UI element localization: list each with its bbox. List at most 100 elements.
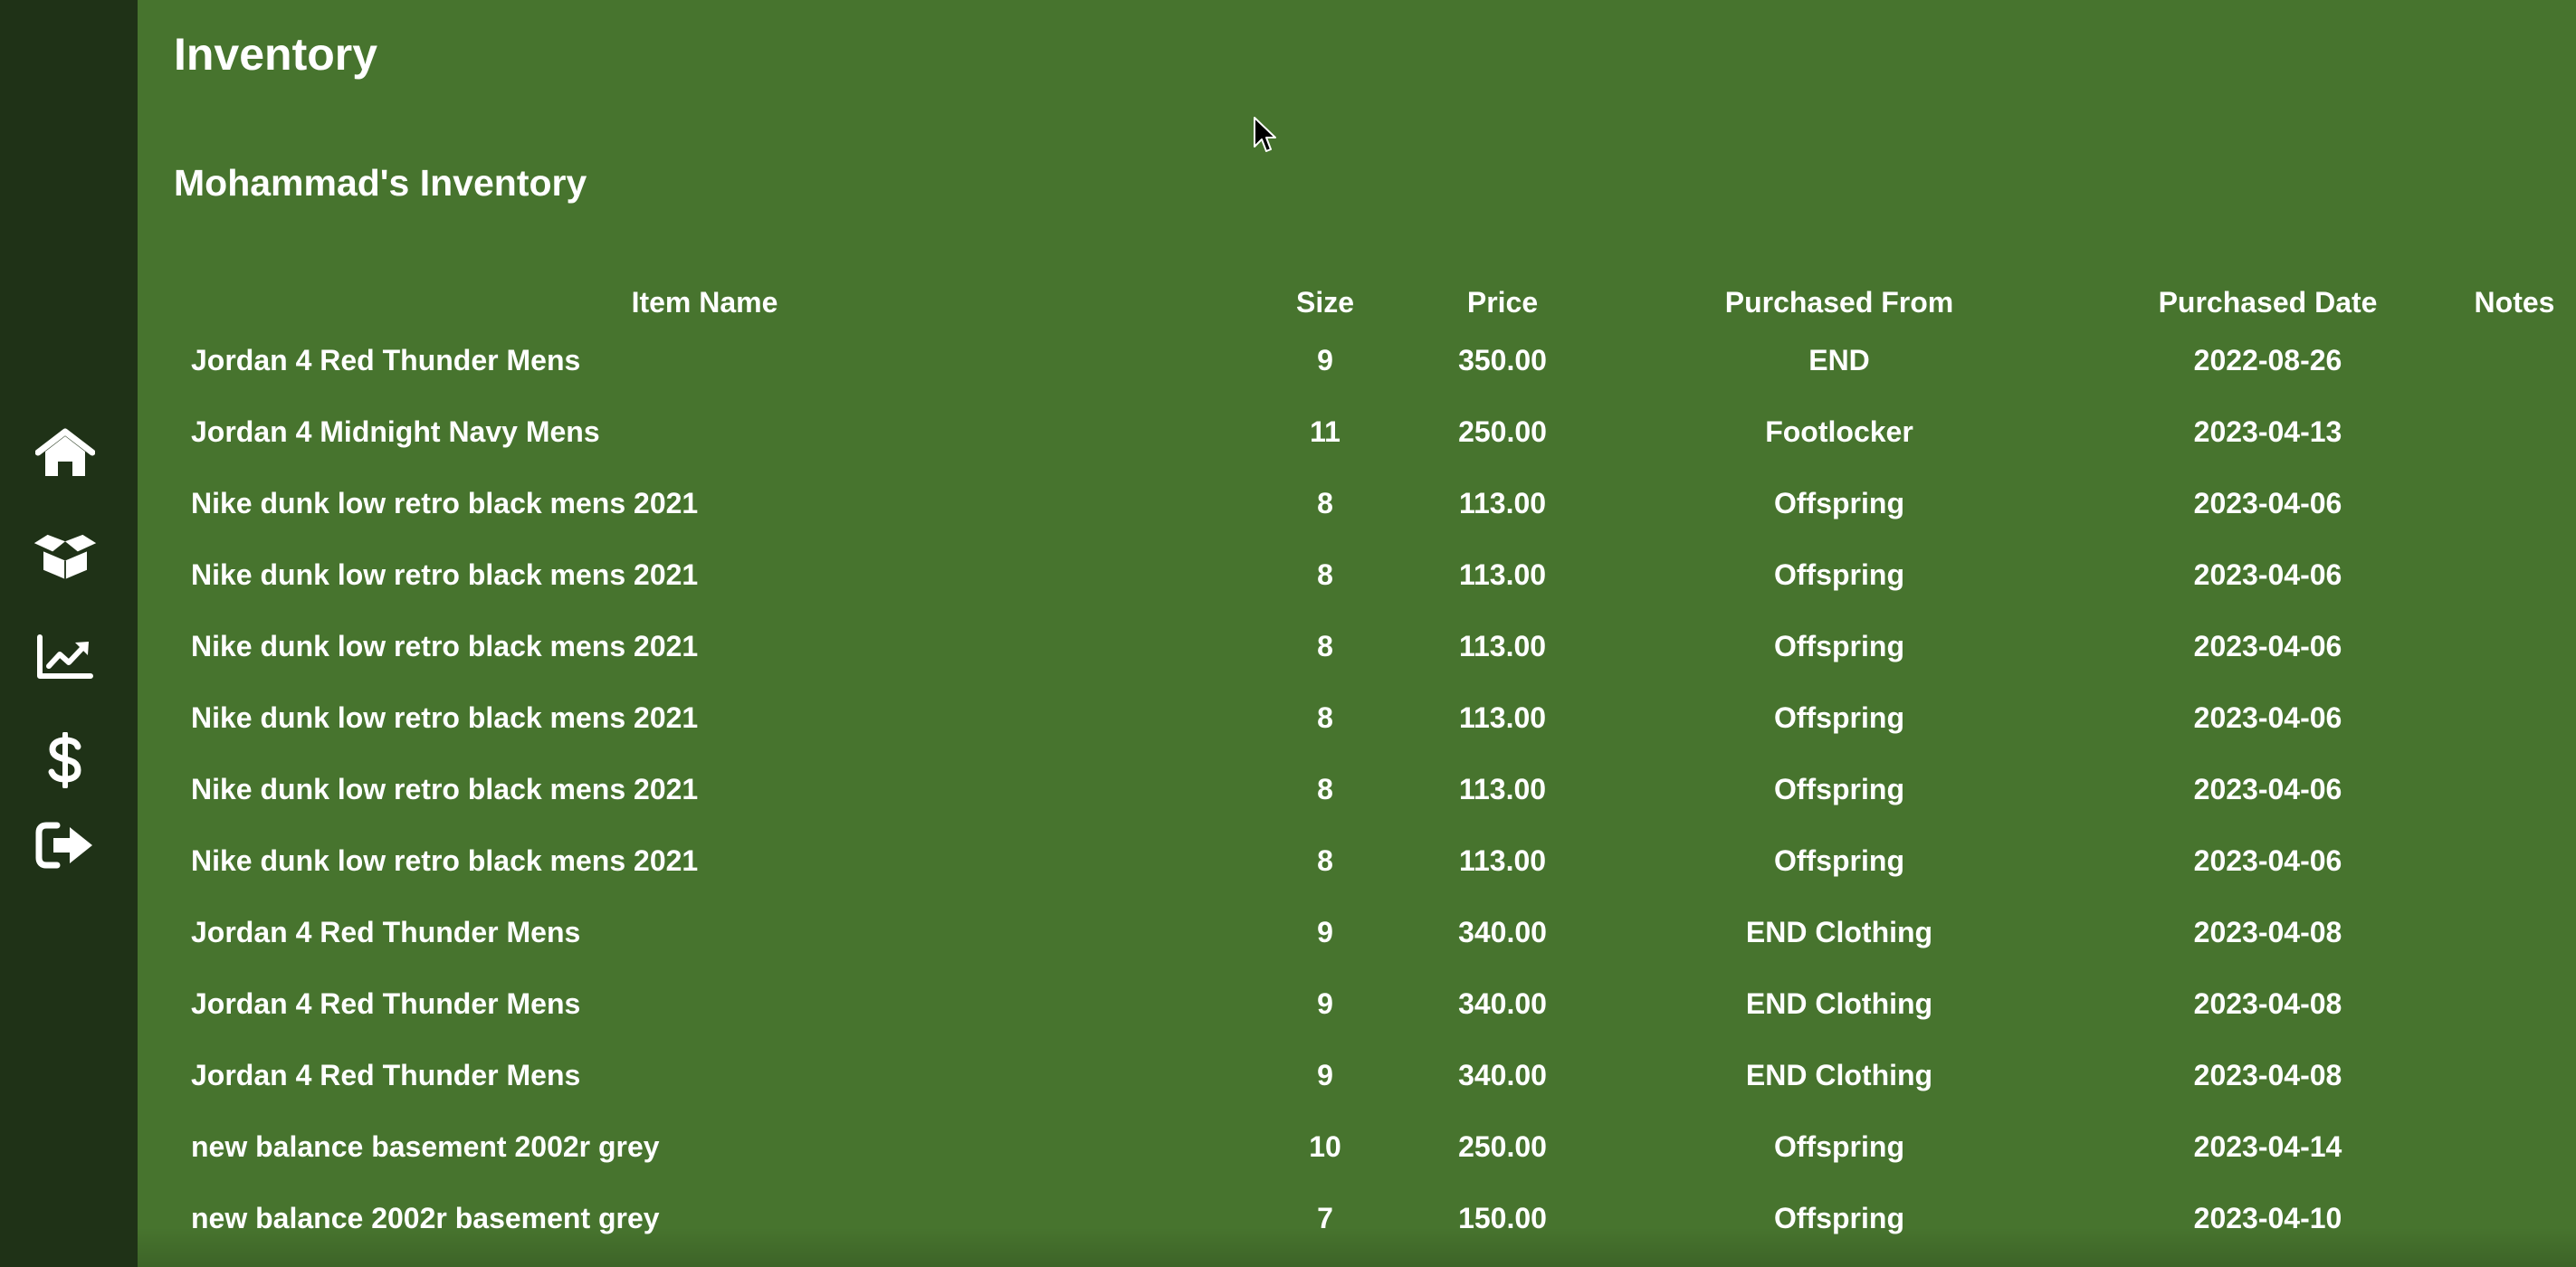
size-cell: 11 xyxy=(1310,415,1340,448)
main-content: Inventory Mohammad's Inventory Item Name… xyxy=(138,0,2576,1267)
item-name-cell: Nike dunk low retro black mens 2021 xyxy=(191,773,699,805)
purchased-from-cell: Offspring xyxy=(1774,844,1904,877)
column-header-price[interactable]: Price xyxy=(1414,280,1591,325)
bottom-scroll-shadow xyxy=(138,1227,2576,1267)
item-name-cell: Nike dunk low retro black mens 2021 xyxy=(191,558,699,591)
price-cell: 113.00 xyxy=(1458,773,1547,805)
table-row[interactable]: Jordan 4 Midnight Navy Mens 11 250.00 Fo… xyxy=(173,396,2576,468)
notes-cell xyxy=(2448,682,2576,754)
purchased-date-cell: 2023-04-08 xyxy=(2193,1059,2342,1091)
notes-cell xyxy=(2448,611,2576,682)
item-name-cell: Nike dunk low retro black mens 2021 xyxy=(191,701,699,734)
table-header-row: Item Name Size Price Purchased From Purc… xyxy=(173,280,2576,325)
purchased-from-cell: Footlocker xyxy=(1765,415,1913,448)
inventory-table: Item Name Size Price Purchased From Purc… xyxy=(173,280,2576,1254)
dollar-icon xyxy=(48,732,81,788)
table-row[interactable]: Nike dunk low retro black mens 2021 8 11… xyxy=(173,825,2576,897)
size-cell: 9 xyxy=(1317,1059,1333,1091)
price-cell: 350.00 xyxy=(1458,344,1547,376)
notes-cell xyxy=(2448,1111,2576,1183)
table-row[interactable]: new balance basement 2002r grey 10 250.0… xyxy=(173,1111,2576,1183)
purchased-date-cell: 2023-04-06 xyxy=(2193,558,2342,591)
size-cell: 9 xyxy=(1317,344,1333,376)
sign-out-icon xyxy=(35,822,92,869)
table-row[interactable]: Jordan 4 Red Thunder Mens 9 350.00 END 2… xyxy=(173,325,2576,396)
purchased-date-cell: 2023-04-06 xyxy=(2193,773,2342,805)
price-cell: 113.00 xyxy=(1458,630,1547,662)
table-row[interactable]: Nike dunk low retro black mens 2021 8 11… xyxy=(173,468,2576,539)
item-name-cell: Nike dunk low retro black mens 2021 xyxy=(191,630,699,662)
table-row[interactable]: Nike dunk low retro black mens 2021 8 11… xyxy=(173,611,2576,682)
notes-cell xyxy=(2448,754,2576,825)
notes-cell xyxy=(2448,468,2576,539)
purchased-date-cell: 2023-04-14 xyxy=(2193,1130,2342,1163)
table-row[interactable]: Nike dunk low retro black mens 2021 8 11… xyxy=(173,539,2576,611)
size-cell: 8 xyxy=(1317,487,1333,519)
price-cell: 250.00 xyxy=(1458,1130,1547,1163)
page-title: Inventory xyxy=(174,29,378,80)
notes-cell xyxy=(2448,897,2576,968)
size-cell: 9 xyxy=(1317,916,1333,948)
size-cell: 9 xyxy=(1317,987,1333,1020)
purchased-from-cell: END xyxy=(1808,344,1870,376)
purchased-from-cell: Offspring xyxy=(1774,1130,1904,1163)
sidebar xyxy=(0,0,138,1267)
table-row[interactable]: Jordan 4 Red Thunder Mens 9 340.00 END C… xyxy=(173,968,2576,1040)
purchased-date-cell: 2022-08-26 xyxy=(2193,344,2342,376)
item-name-cell: Jordan 4 Red Thunder Mens xyxy=(191,344,581,376)
price-cell: 113.00 xyxy=(1458,844,1547,877)
item-name-cell: new balance basement 2002r grey xyxy=(191,1130,660,1163)
purchased-date-cell: 2023-04-06 xyxy=(2193,630,2342,662)
purchased-date-cell: 2023-04-06 xyxy=(2193,701,2342,734)
size-cell: 8 xyxy=(1317,701,1333,734)
notes-cell xyxy=(2448,825,2576,897)
open-box-icon xyxy=(33,534,97,579)
purchased-date-cell: 2023-04-06 xyxy=(2193,487,2342,519)
nav-analytics[interactable] xyxy=(33,628,98,686)
column-header-purchased-from[interactable]: Purchased From xyxy=(1591,280,2087,325)
purchased-from-cell: Offspring xyxy=(1774,701,1904,734)
size-cell: 8 xyxy=(1317,630,1333,662)
table-row[interactable]: Jordan 4 Red Thunder Mens 9 340.00 END C… xyxy=(173,897,2576,968)
purchased-from-cell: Offspring xyxy=(1774,630,1904,662)
column-header-item-name[interactable]: Item Name xyxy=(173,280,1236,325)
notes-cell xyxy=(2448,325,2576,396)
size-cell: 8 xyxy=(1317,844,1333,877)
purchased-date-cell: 2023-04-08 xyxy=(2193,916,2342,948)
purchased-from-cell: END Clothing xyxy=(1745,987,1933,1020)
purchased-from-cell: END Clothing xyxy=(1745,916,1933,948)
item-name-cell: Jordan 4 Red Thunder Mens xyxy=(191,916,581,948)
purchased-date-cell: 2023-04-06 xyxy=(2193,844,2342,877)
nav-logout[interactable] xyxy=(33,816,98,874)
item-name-cell: Jordan 4 Midnight Navy Mens xyxy=(191,415,600,448)
nav-sales[interactable] xyxy=(33,731,98,789)
purchased-from-cell: Offspring xyxy=(1774,558,1904,591)
notes-cell xyxy=(2448,1040,2576,1111)
nav-inventory[interactable] xyxy=(33,527,98,585)
column-header-purchased-date[interactable]: Purchased Date xyxy=(2087,280,2448,325)
column-header-notes[interactable]: Notes xyxy=(2448,280,2576,325)
mouse-cursor-icon xyxy=(1254,117,1276,152)
item-name-cell: Nike dunk low retro black mens 2021 xyxy=(191,844,699,877)
purchased-date-cell: 2023-04-08 xyxy=(2193,987,2342,1020)
table-row[interactable]: Jordan 4 Red Thunder Mens 9 340.00 END C… xyxy=(173,1040,2576,1111)
price-cell: 113.00 xyxy=(1458,487,1547,519)
purchased-date-cell: 2023-04-13 xyxy=(2193,415,2342,448)
table-row[interactable]: Nike dunk low retro black mens 2021 8 11… xyxy=(173,682,2576,754)
nav-home[interactable] xyxy=(33,424,98,481)
purchased-from-cell: Offspring xyxy=(1774,773,1904,805)
table-row[interactable]: Nike dunk low retro black mens 2021 8 11… xyxy=(173,754,2576,825)
purchased-from-cell: END Clothing xyxy=(1745,1059,1933,1091)
item-name-cell: Jordan 4 Red Thunder Mens xyxy=(191,987,581,1020)
item-name-cell: Jordan 4 Red Thunder Mens xyxy=(191,1059,581,1091)
inventory-table-body: Jordan 4 Red Thunder Mens 9 350.00 END 2… xyxy=(173,325,2576,1254)
chart-line-icon xyxy=(37,634,93,679)
item-name-cell: Nike dunk low retro black mens 2021 xyxy=(191,487,699,519)
price-cell: 250.00 xyxy=(1458,415,1547,448)
price-cell: 340.00 xyxy=(1458,916,1547,948)
notes-cell xyxy=(2448,968,2576,1040)
notes-cell xyxy=(2448,396,2576,468)
size-cell: 8 xyxy=(1317,773,1333,805)
column-header-size[interactable]: Size xyxy=(1236,280,1414,325)
price-cell: 113.00 xyxy=(1458,701,1547,734)
